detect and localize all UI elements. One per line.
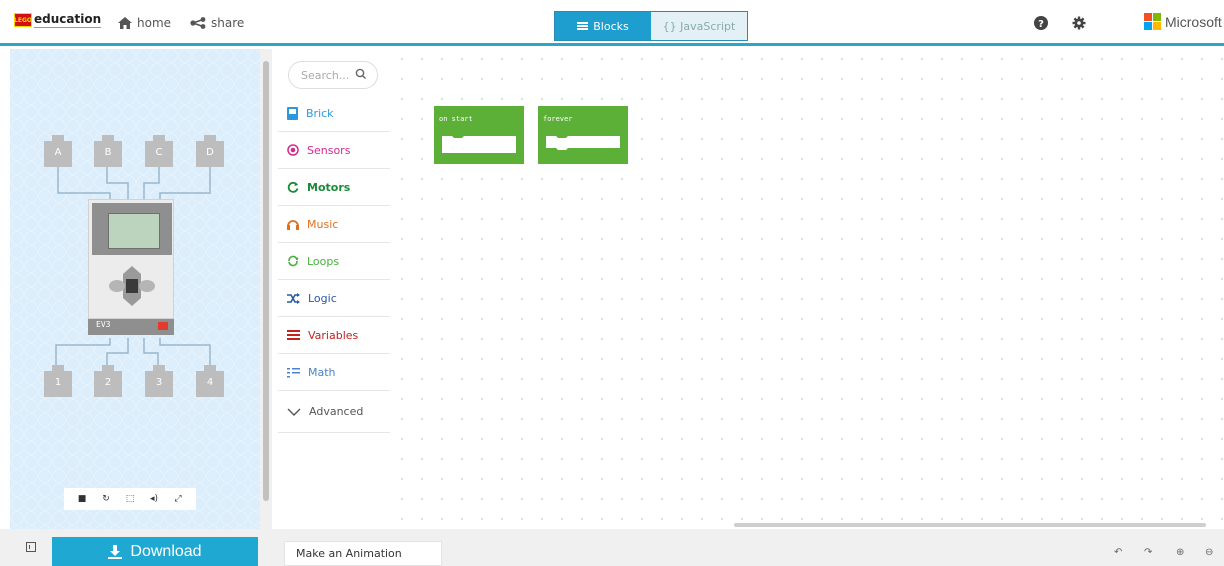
redo-icon[interactable]: ↷: [1144, 547, 1152, 558]
project-name-input[interactable]: Make an Animation: [284, 541, 442, 566]
share-label: share: [211, 16, 245, 30]
javascript-tab-label: {} JavaScript: [662, 19, 736, 33]
port-a[interactable]: A: [44, 135, 72, 167]
stop-icon[interactable]: ■: [74, 494, 90, 504]
brick-label: EV3: [96, 320, 111, 329]
port-1[interactable]: 1: [44, 365, 72, 397]
download-label: Download: [130, 542, 202, 560]
category-brick[interactable]: Brick: [278, 95, 390, 132]
lego-logo: LEGO: [14, 13, 32, 27]
logic-icon: [287, 292, 300, 304]
screenshot-icon[interactable]: ⬚: [122, 494, 138, 504]
category-label: Advanced: [309, 405, 364, 418]
lego-small-logo: [158, 322, 168, 330]
on-start-block[interactable]: on start: [434, 106, 524, 164]
editor-toggle: Blocks {} JavaScript: [554, 11, 748, 41]
fullscreen-icon[interactable]: ⤢: [170, 494, 186, 504]
category-sensors[interactable]: Sensors: [278, 132, 390, 169]
category-music[interactable]: Music: [278, 206, 390, 243]
port-label: 4: [206, 377, 214, 388]
download-icon: [108, 544, 123, 559]
simulator-scrollbar[interactable]: [260, 49, 272, 529]
javascript-tab[interactable]: {} JavaScript: [651, 12, 747, 40]
blocks-tab[interactable]: Blocks: [555, 12, 651, 40]
brick-screen: [108, 213, 160, 249]
brick-icon: [287, 106, 298, 120]
variables-icon: [287, 330, 300, 340]
block-label: forever: [543, 115, 573, 123]
top-bar: LEGO education home share Blocks {} Java…: [0, 0, 1224, 46]
blocks-workspace[interactable]: on start forever: [392, 49, 1224, 529]
undo-icon[interactable]: ↶: [1114, 547, 1122, 558]
blocks-tab-label: Blocks: [593, 19, 629, 33]
category-logic[interactable]: Logic: [278, 280, 390, 317]
search-input[interactable]: Search...: [288, 61, 378, 89]
category-label: Brick: [306, 106, 334, 120]
microsoft-squares-icon: [1144, 13, 1161, 30]
search-icon: [355, 68, 366, 79]
category-label: Loops: [307, 254, 340, 268]
restart-icon[interactable]: ↻: [98, 494, 114, 504]
brick-buttons[interactable]: [109, 264, 155, 308]
category-label: Variables: [308, 328, 359, 342]
math-icon: [287, 367, 300, 377]
category-motors[interactable]: Motors: [278, 169, 390, 206]
microsoft-label: Microsoft: [1165, 13, 1222, 30]
port-b[interactable]: B: [94, 135, 122, 167]
port-label: B: [104, 147, 112, 158]
port-c[interactable]: C: [145, 135, 173, 167]
category-label: Music: [307, 217, 339, 231]
block-label: on start: [439, 115, 473, 123]
port-4[interactable]: 4: [196, 365, 224, 397]
port-label: 2: [104, 377, 112, 388]
port-label: 1: [54, 377, 62, 388]
port-2[interactable]: 2: [94, 365, 122, 397]
home-link[interactable]: home: [118, 16, 171, 30]
ev3-simulator: A B C D EV3 1 2 3 4 ■ ↻ ⬚ ◂) ⤢: [10, 49, 260, 529]
port-label: 3: [155, 377, 163, 388]
search-placeholder: Search...: [301, 68, 350, 82]
music-icon: [287, 219, 299, 230]
simulator-controls: ■ ↻ ⬚ ◂) ⤢: [64, 488, 196, 510]
port-label: D: [206, 147, 214, 158]
category-label: Logic: [308, 291, 337, 305]
category-label: Sensors: [307, 143, 351, 157]
home-label: home: [137, 16, 172, 30]
svg-text:?: ?: [1038, 19, 1044, 30]
share-icon: [190, 17, 206, 29]
blocks-icon: [577, 22, 589, 30]
share-link[interactable]: share: [190, 16, 244, 30]
bottom-bar: Download Make an Animation ↶ ↷ ⊕ ⊖: [0, 529, 1224, 566]
zoom-in-icon[interactable]: ⊕: [1176, 547, 1184, 558]
category-label: Math: [308, 365, 336, 379]
sound-icon[interactable]: ◂): [146, 494, 162, 504]
category-label: Motors: [307, 180, 351, 194]
lego-education-logo[interactable]: LEGO education: [14, 12, 102, 28]
workspace-scrollbar[interactable]: [734, 523, 1206, 527]
help-icon[interactable]: ?: [1034, 16, 1048, 30]
category-math[interactable]: Math: [278, 354, 390, 391]
toolbox: Search... Brick Sensors Motors Music Loo…: [274, 49, 392, 529]
category-advanced[interactable]: Advanced: [278, 391, 390, 433]
home-icon: [118, 17, 132, 29]
motors-icon: [287, 181, 299, 193]
ev3-brick[interactable]: EV3: [88, 199, 174, 339]
category-loops[interactable]: Loops: [278, 243, 390, 280]
settings-icon[interactable]: [1072, 16, 1086, 30]
category-variables[interactable]: Variables: [278, 317, 390, 354]
loops-icon: [288, 255, 299, 267]
port-label: A: [54, 147, 62, 158]
port-3[interactable]: 3: [145, 365, 173, 397]
port-label: C: [155, 147, 163, 158]
collapse-simulator-button[interactable]: [26, 542, 36, 552]
download-button[interactable]: Download: [52, 537, 258, 566]
microsoft-logo[interactable]: Microsoft: [1144, 13, 1222, 30]
sensors-icon: [287, 144, 299, 156]
forever-block[interactable]: forever: [538, 106, 628, 164]
chevron-down-icon: [287, 408, 301, 416]
port-d[interactable]: D: [196, 135, 224, 167]
logo-text: education: [34, 12, 102, 28]
project-name-value: Make an Animation: [296, 547, 402, 560]
zoom-out-icon[interactable]: ⊖: [1205, 547, 1213, 558]
